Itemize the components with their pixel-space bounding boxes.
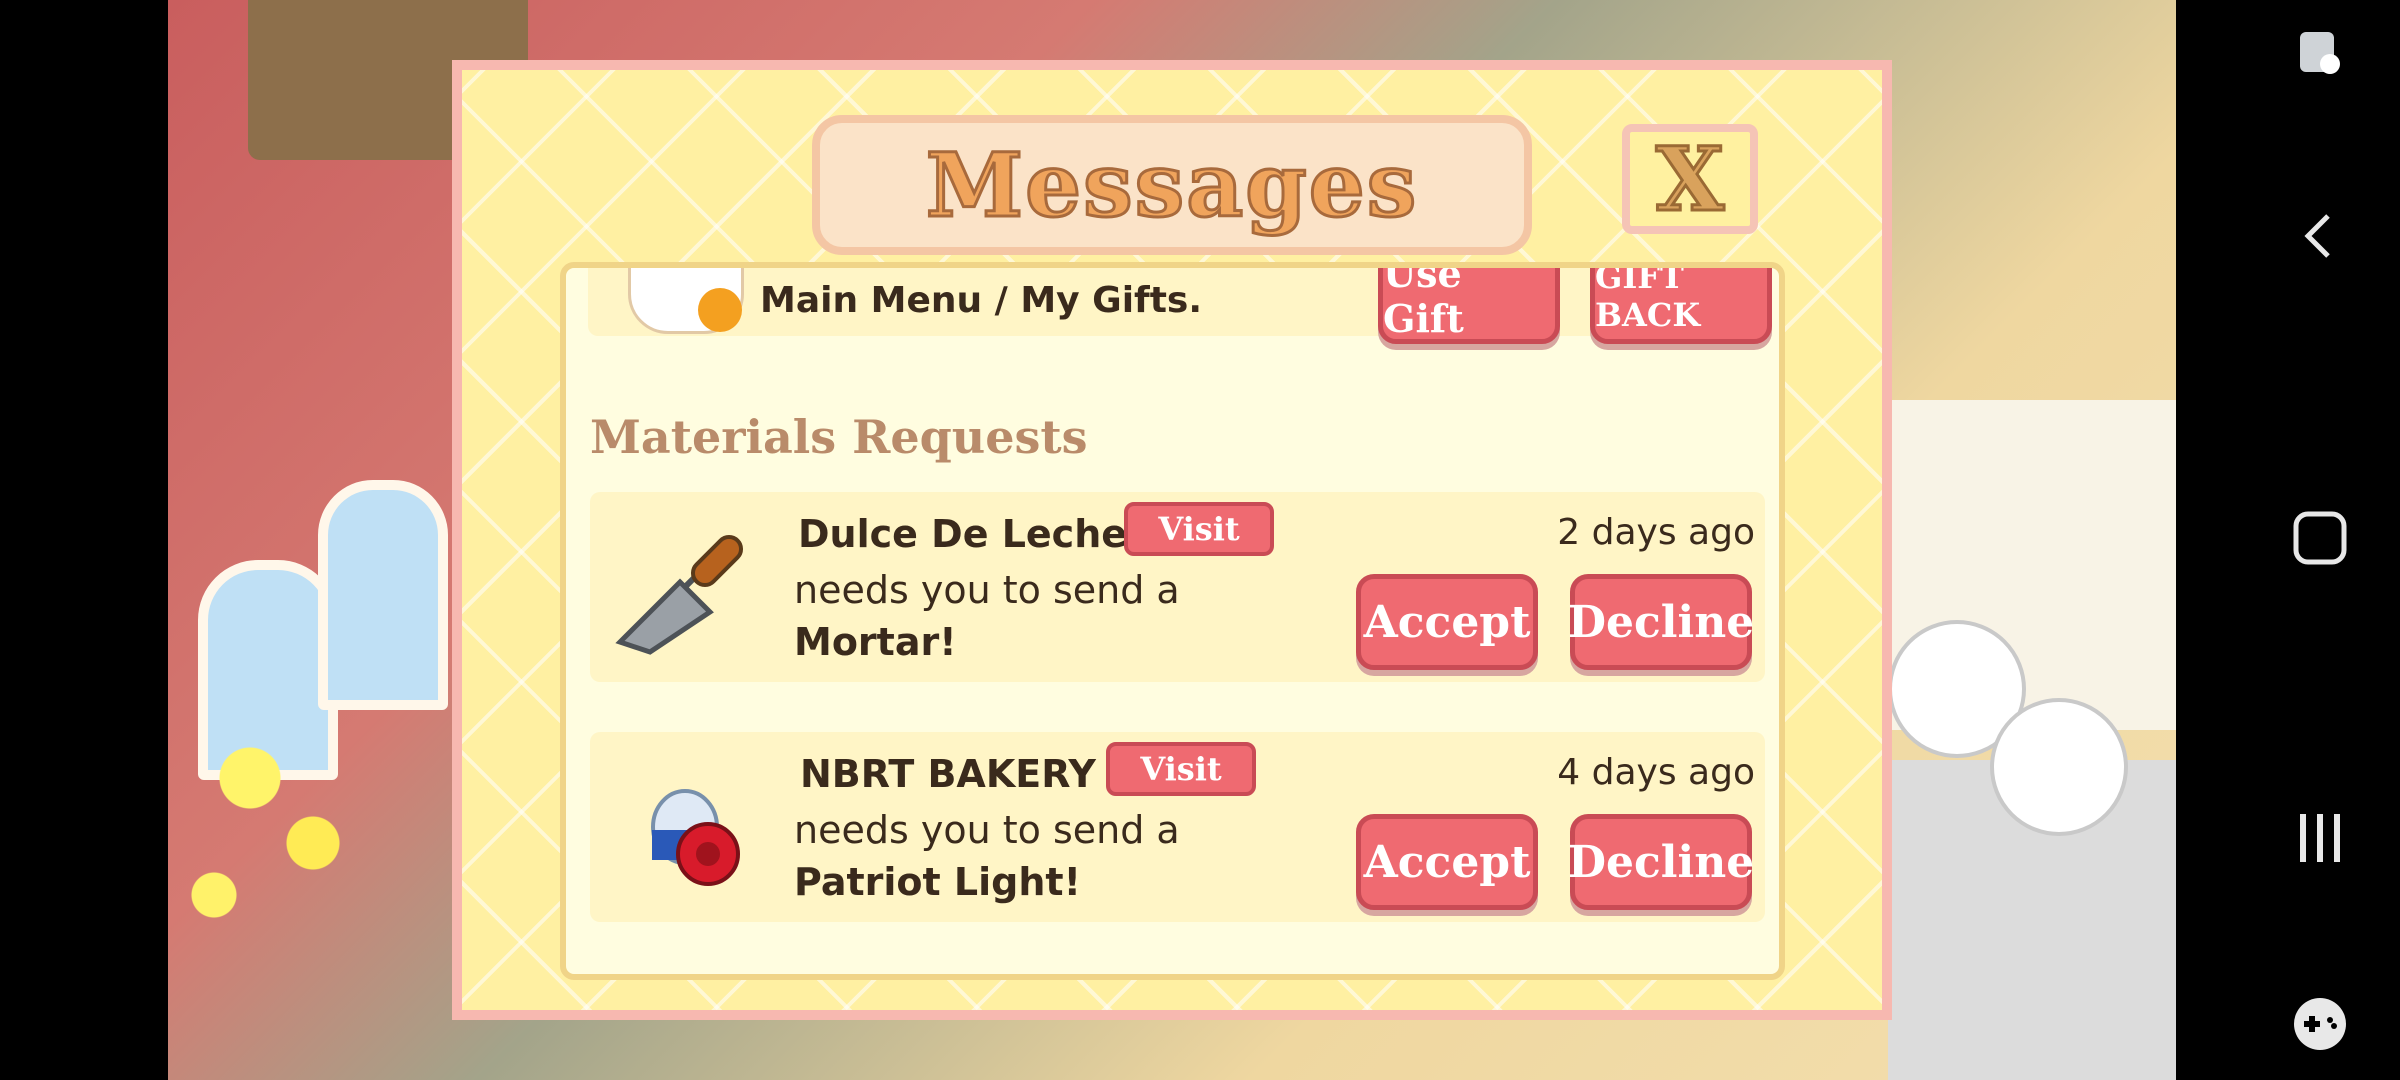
visit-button[interactable]: Visit (1124, 502, 1274, 556)
close-button[interactable]: X (1622, 124, 1758, 234)
gift-back-button[interactable]: GIFT BACK (1590, 262, 1772, 344)
recipe-book-bubble-2 (1990, 698, 2128, 836)
visit-label: Visit (1158, 510, 1240, 548)
game-tools-icon[interactable] (2290, 24, 2350, 84)
yellow-lamps (178, 700, 358, 960)
request-item: Mortar! (794, 620, 957, 664)
use-gift-label: Use Gift (1383, 262, 1464, 341)
system-navigation-bar (2176, 0, 2400, 1080)
back-icon[interactable] (2290, 206, 2350, 266)
decline-label: Decline (1567, 836, 1755, 888)
request-message: needs you to send a (794, 568, 1180, 612)
decline-button[interactable]: Decline (1567, 574, 1755, 670)
request-row: Dulce De Leche Visit 2 days ago needs yo… (590, 492, 1765, 682)
decline-button[interactable]: Decline (1567, 814, 1755, 910)
decline-label: Decline (1567, 596, 1755, 648)
visit-label: Visit (1140, 750, 1222, 788)
title-banner: Messages (812, 115, 1532, 255)
request-item: Patriot Light! (794, 860, 1081, 904)
recents-icon[interactable] (2290, 808, 2350, 868)
patriot-light-icon (630, 772, 750, 892)
requester-name: Dulce De Leche (798, 512, 1128, 556)
requester-name: NBRT BAKERY (800, 752, 1096, 796)
window-left-2 (318, 480, 448, 710)
left-black-bar (0, 0, 168, 1080)
gift-jar-icon (698, 288, 742, 332)
game-launcher-icon[interactable] (2290, 994, 2350, 1054)
accept-label: Accept (1363, 596, 1531, 648)
close-icon: X (1654, 126, 1725, 233)
accept-button[interactable]: Accept (1356, 574, 1538, 670)
home-icon[interactable] (2290, 508, 2350, 568)
materials-requests-heading: Materials Requests (590, 410, 1088, 464)
gift-partial-text: it is now in (760, 268, 965, 272)
accept-label: Accept (1363, 836, 1531, 888)
dialog-title: Messages (924, 132, 1419, 239)
request-row: NBRT BAKERY Visit 4 days ago needs you t… (590, 732, 1765, 922)
use-gift-button[interactable]: Use Gift (1378, 262, 1560, 344)
gift-message-row: it is now in Main Menu / My Gifts. Use G… (588, 268, 1772, 344)
visit-button[interactable]: Visit (1106, 742, 1256, 796)
gift-back-label: GIFT BACK (1595, 262, 1701, 334)
trowel-icon (610, 522, 750, 662)
request-time: 4 days ago (1557, 752, 1755, 793)
accept-button[interactable]: Accept (1356, 814, 1538, 910)
request-message: needs you to send a (794, 808, 1180, 852)
request-time: 2 days ago (1557, 512, 1755, 553)
gift-location-text: Main Menu / My Gifts. (760, 280, 1203, 321)
